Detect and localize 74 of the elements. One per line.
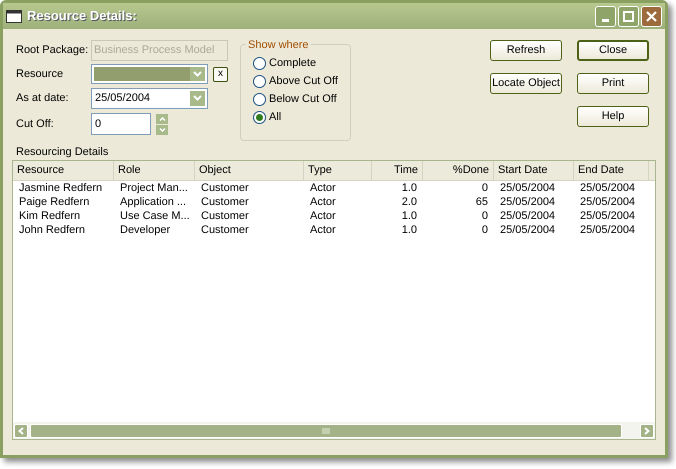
column-header[interactable]: %Done <box>423 161 494 180</box>
scroll-thumb[interactable] <box>30 424 622 438</box>
dialog-button[interactable]: Close <box>577 40 649 61</box>
table-cell-text: Use Case M... <box>119 209 191 223</box>
table-cell-text: 25/05/2004 <box>499 195 556 209</box>
cut-off-field[interactable]: 0 <box>91 113 151 135</box>
radio-label[interactable]: All <box>269 109 282 126</box>
table-cell-text: 0 <box>480 209 489 223</box>
column-header[interactable]: Start Date <box>494 161 574 180</box>
table-cell-text: 0 <box>480 181 489 195</box>
column-header[interactable]: Role <box>114 161 195 180</box>
date-value: 25/05/2004 <box>94 90 152 106</box>
date-picker[interactable]: 25/05/2004 <box>91 88 208 108</box>
column-header[interactable]: End Date <box>574 161 649 180</box>
minimize-button[interactable] <box>595 6 616 26</box>
table-cell-text: Application ... <box>119 195 188 209</box>
table-cell-text: 25/05/2004 <box>579 195 636 209</box>
table-cell-text: Customer <box>200 209 250 223</box>
table-cell-text: Actor <box>309 223 337 237</box>
maximize-icon <box>623 10 634 22</box>
radio-label[interactable]: Above Cut Off <box>269 73 338 90</box>
table-cell-text: Actor <box>309 181 337 195</box>
dialog-button[interactable]: Locate Object <box>490 73 562 94</box>
table-cell-text: 1.0 <box>400 209 418 223</box>
field-label: As at date: <box>16 90 70 106</box>
radio-label[interactable]: Complete <box>269 55 316 72</box>
table-cell-text: 1.0 <box>400 181 418 195</box>
table-cell-text: Customer <box>200 195 250 209</box>
radio-button[interactable] <box>253 111 266 124</box>
table-cell-text: 25/05/2004 <box>499 223 556 237</box>
radio-button[interactable] <box>253 75 266 88</box>
table-cell-text: Customer <box>200 223 250 237</box>
field-label: Root Package: <box>16 42 90 58</box>
column-header[interactable]: Type <box>304 161 372 180</box>
window-title: Resource Details: <box>27 7 137 26</box>
table-cell-text: 25/05/2004 <box>579 209 636 223</box>
table-cell-text: Paige Redfern <box>18 195 90 209</box>
horizontal-scrollbar[interactable] <box>13 422 655 439</box>
table-cell-text: 0 <box>480 223 489 237</box>
maximize-button[interactable] <box>618 6 639 26</box>
table-cell-text: Customer <box>200 181 250 195</box>
column-header[interactable]: Object <box>195 161 304 180</box>
radio-label[interactable]: Below Cut Off <box>269 91 337 108</box>
table-cell-text: 25/05/2004 <box>499 181 556 195</box>
clear-button[interactable]: x <box>213 66 228 82</box>
radio-button[interactable] <box>253 93 266 106</box>
table-cell-text: 1.0 <box>400 223 418 237</box>
column-header[interactable]: Resource <box>13 161 114 180</box>
table-cell-text: Developer <box>119 223 172 237</box>
table-cell-text: 25/05/2004 <box>579 223 636 237</box>
dialog-button[interactable]: Help <box>577 106 649 127</box>
table-cell-text: Actor <box>309 209 337 223</box>
table-cell-text: John Redfern <box>18 223 86 237</box>
table-cell-text: 65 <box>474 195 489 209</box>
dialog-button[interactable]: Refresh <box>490 40 562 61</box>
close-button[interactable] <box>641 6 662 26</box>
spin-buttons[interactable] <box>156 114 168 134</box>
table-cell-text: 25/05/2004 <box>579 181 636 195</box>
column-header[interactable]: Time <box>372 161 423 180</box>
radio-button[interactable] <box>253 57 266 70</box>
resource-dropdown[interactable] <box>91 64 208 84</box>
table-cell-text: 25/05/2004 <box>499 209 556 223</box>
table-cell-text: 2.0 <box>400 195 418 209</box>
table-cell-text: Kim Redfern <box>18 209 82 223</box>
section-label: Resourcing Details <box>15 146 110 159</box>
table-cell-text: Actor <box>309 195 337 209</box>
dialog-button[interactable]: Print <box>577 73 649 94</box>
field-label: Resource <box>16 66 64 82</box>
minimize-icon <box>602 18 609 22</box>
table-cell-text: Project Man... <box>119 181 189 195</box>
close-icon <box>646 10 657 22</box>
table-cell-text: Jasmine Redfern <box>18 181 104 195</box>
field-label: Cut Off: <box>16 116 55 132</box>
window-icon <box>6 10 22 22</box>
